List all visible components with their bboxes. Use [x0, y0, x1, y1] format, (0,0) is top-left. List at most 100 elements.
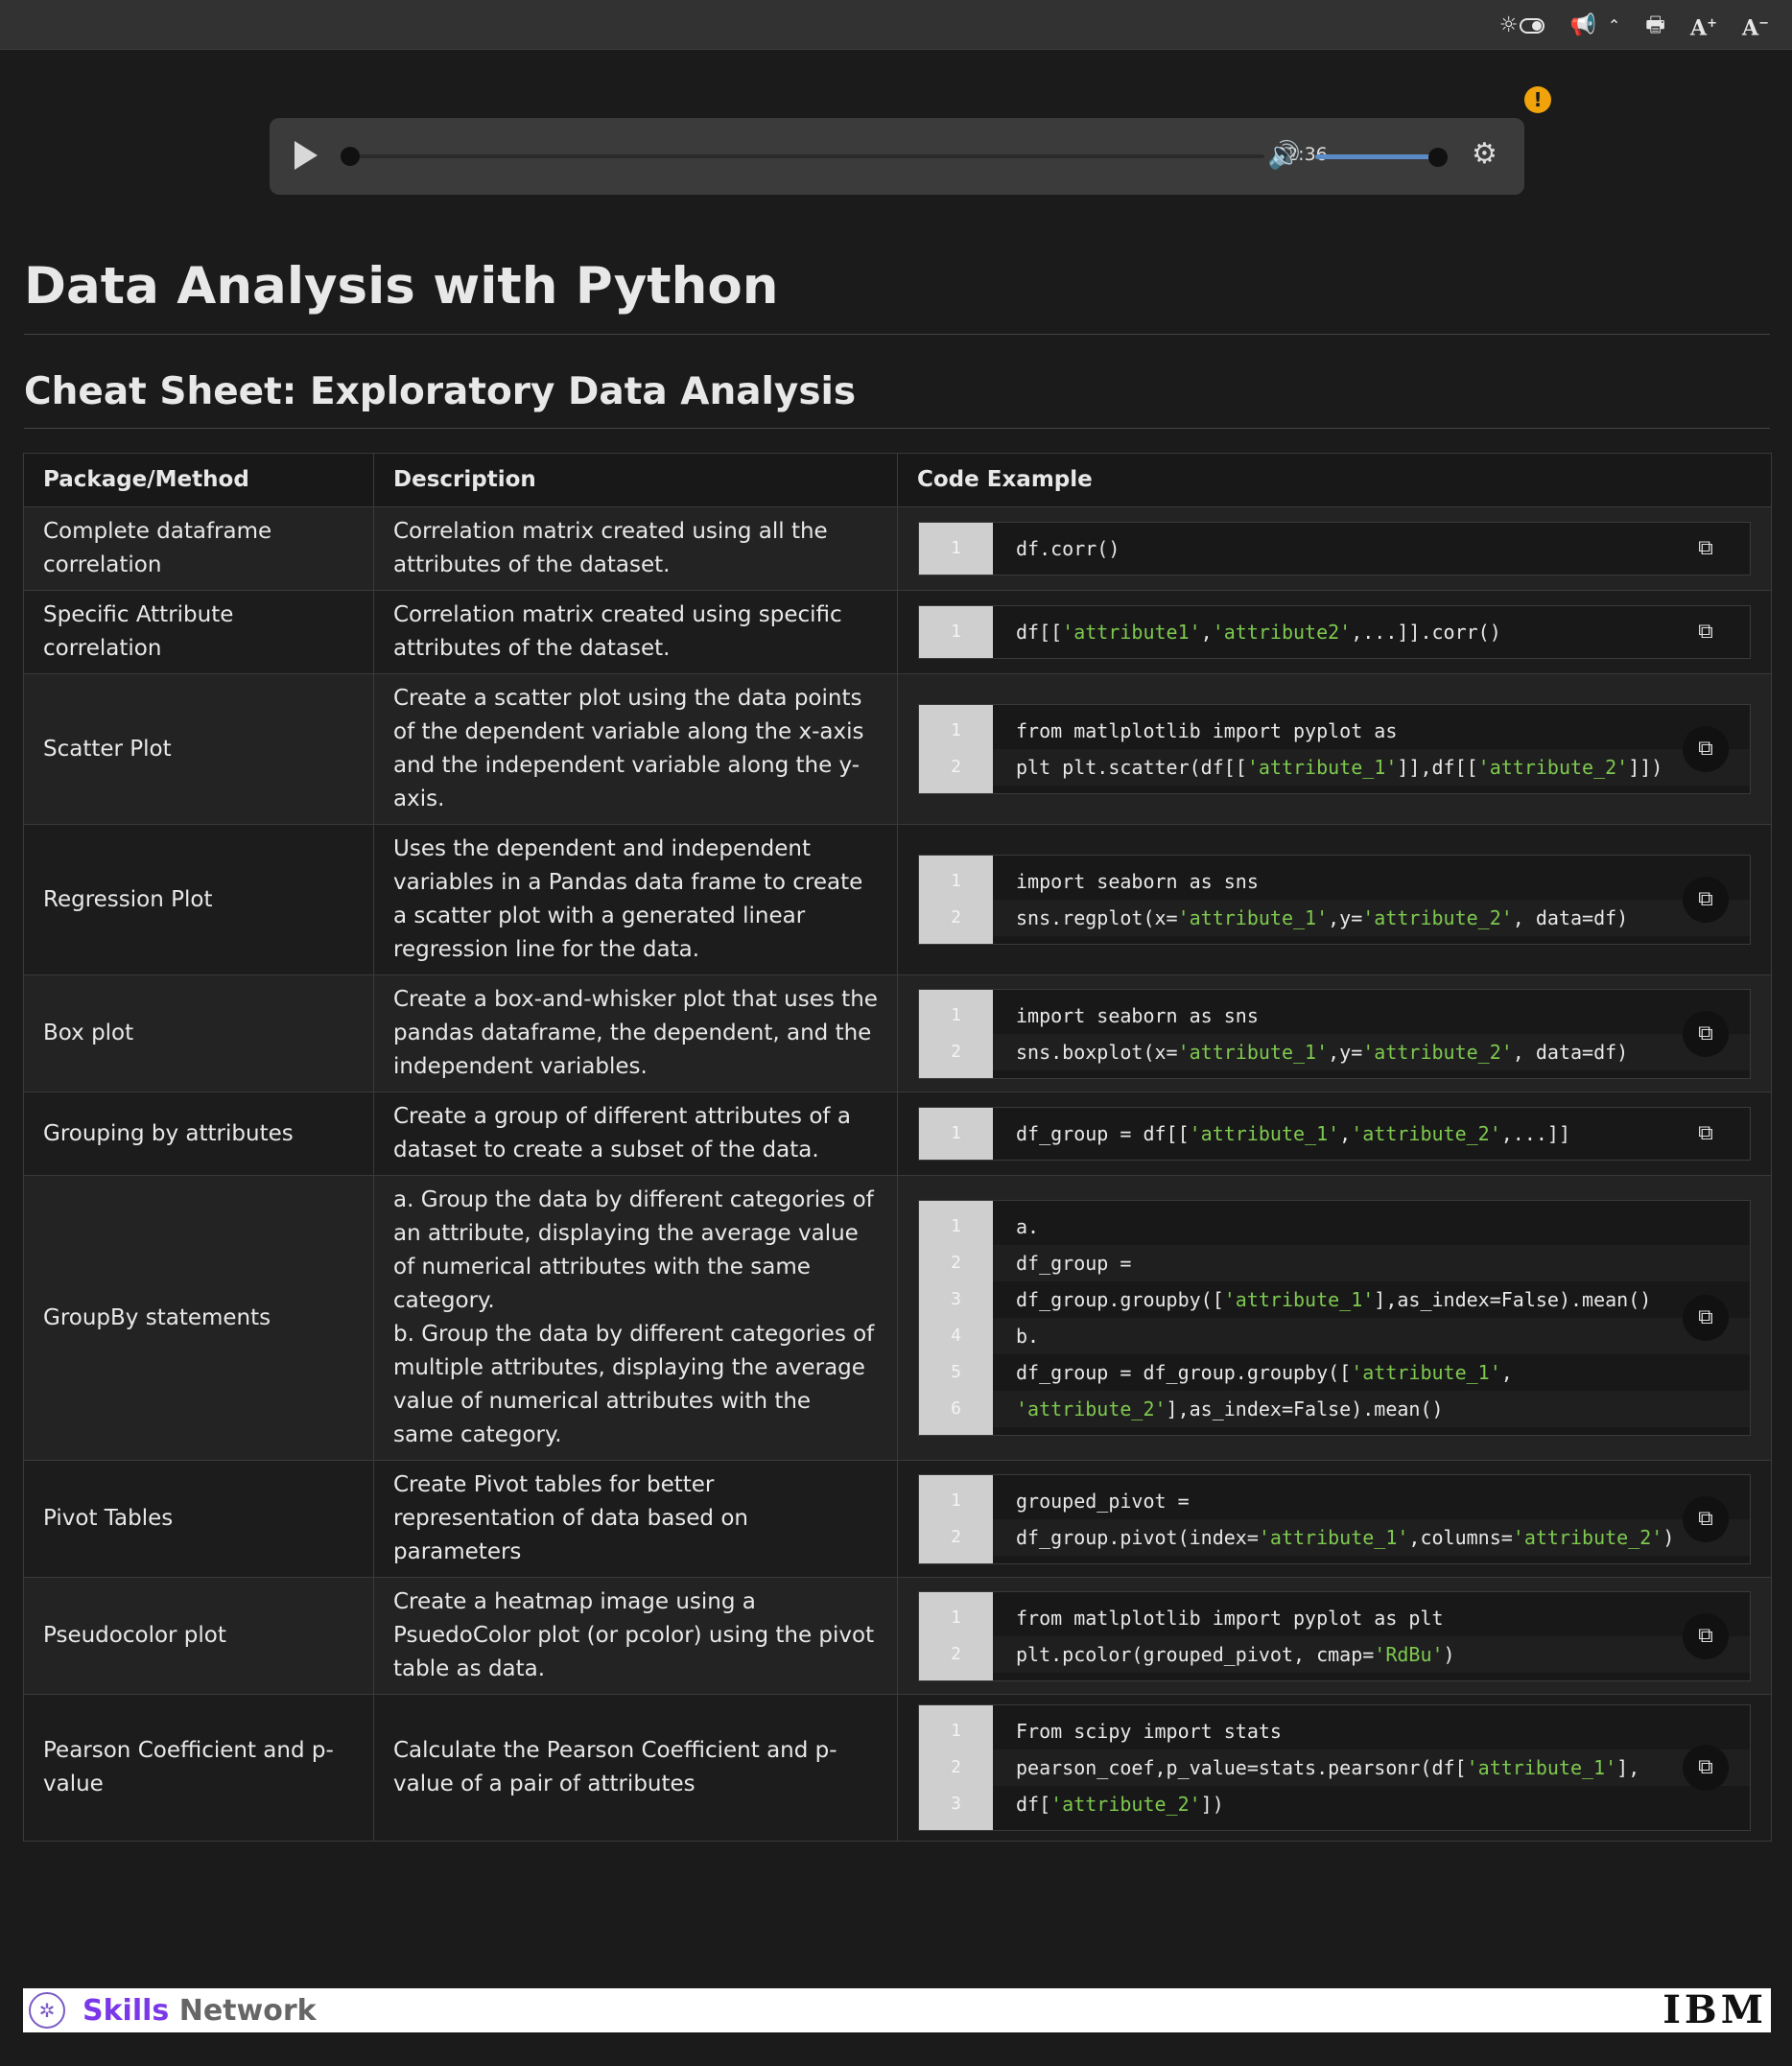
code-line: a.	[1016, 1215, 1040, 1238]
column-header: Description	[373, 453, 898, 507]
code-block[interactable]: 1 2 from matlplotlib import pyplot as plt p…	[918, 704, 1751, 794]
volume-handle[interactable]	[1428, 148, 1448, 167]
code-line: df_group =	[993, 1245, 1750, 1281]
line-number: 2	[951, 1643, 961, 1664]
method-cell: Complete dataframe correlation	[23, 506, 374, 591]
code-cell: 1 2 import seaborn as sns sns.regplot(x='at…	[897, 824, 1772, 975]
volume-slider[interactable]	[1315, 148, 1448, 167]
code-cell: 1 df[['attribute1','attribute2',...]].cor…	[897, 590, 1772, 674]
code-line: grouped_pivot =	[1016, 1489, 1190, 1513]
code-lines: df[['attribute1','attribute2',...]].corr…	[993, 606, 1750, 658]
page-subtitle: Cheat Sheet: Exploratory Data Analysis	[24, 370, 857, 413]
font-increase-icon[interactable]: A+	[1690, 12, 1717, 40]
copy-icon[interactable]: ⧉	[1683, 609, 1729, 655]
code-block[interactable]: 1 df.corr() ⧉	[918, 522, 1751, 575]
copy-icon[interactable]: ⧉	[1683, 1010, 1729, 1057]
code-block[interactable]: 1 2 import seaborn as sns sns.regplot(x='at…	[918, 855, 1751, 945]
line-number: 1	[951, 1721, 961, 1741]
top-toolbar: ☼ 📢 ⌃ 🖶 A+ A−	[0, 0, 1792, 50]
code-block[interactable]: 1 df[['attribute1','attribute2',...]].cor…	[918, 605, 1751, 659]
copy-icon[interactable]: ⧉	[1683, 1111, 1729, 1157]
code-block[interactable]: 1 2 import seaborn as sns sns.boxplot(x='at…	[918, 988, 1751, 1079]
code-block[interactable]: 1 2 grouped_pivot = df_group.pivot(index='a…	[918, 1473, 1751, 1564]
copy-icon[interactable]: ⧉	[1683, 1612, 1729, 1659]
print-icon[interactable]: 🖶	[1645, 13, 1665, 38]
progress-bar[interactable]	[341, 147, 1264, 166]
skills-network-logo-icon: ✲	[29, 1992, 65, 2029]
copy-icon[interactable]: ⧉	[1683, 1745, 1729, 1791]
copy-icon[interactable]: ⧉	[1683, 726, 1729, 772]
code-lines: df_group = df[['attribute_1','attribute_…	[993, 1108, 1750, 1160]
audio-player: 02:36 🔊 ⚙	[270, 118, 1524, 195]
line-number-gutter: 12	[919, 1474, 993, 1563]
code-line: df['attribute_2'])	[1016, 1793, 1224, 1816]
copy-icon[interactable]: ⧉	[1683, 1295, 1729, 1341]
code-line: df_group = df_group.groupby(['attribute_…	[1016, 1361, 1513, 1384]
copy-icon[interactable]: ⧉	[1683, 877, 1729, 923]
alert-icon[interactable]: !	[1524, 86, 1551, 113]
code-block[interactable]: 1 2 from matlplotlib import pyplot as plt p…	[918, 1590, 1751, 1681]
line-number-gutter: 1	[919, 1108, 993, 1160]
code-line: from matlplotlib import pyplot as	[1016, 719, 1398, 742]
volume-icon[interactable]: 🔊	[1267, 139, 1301, 171]
code-lines: import seaborn as sns sns.regplot(x='attr…	[993, 856, 1750, 944]
method-cell: Pseudocolor plot	[23, 1577, 374, 1695]
description-cell: Create a heatmap image using a PsuedoCol…	[373, 1577, 898, 1695]
line-number: 2	[951, 757, 961, 777]
code-line: df.corr()	[1016, 537, 1120, 560]
code-line: b.	[993, 1318, 1750, 1354]
announcement-icon[interactable]: 📢	[1569, 13, 1595, 38]
page-title: Data Analysis with Python	[24, 257, 779, 316]
table-row: Pivot Tables Create Pivot tables for bett…	[23, 1460, 1772, 1578]
method-cell: Grouping by attributes	[23, 1092, 374, 1176]
table-row: Specific Attribute correlation Correlatio…	[23, 590, 1772, 674]
code-cell: 1 2 from matlplotlib import pyplot as plt p…	[897, 673, 1772, 825]
line-number-gutter: 1	[919, 523, 993, 575]
collapse-icon[interactable]: ⌃	[1608, 13, 1620, 38]
line-number: 1	[951, 1004, 961, 1025]
code-cell: 1 df.corr() ⧉	[897, 506, 1772, 591]
code-block[interactable]: 1 df_group = df[['attribute_1','attribute…	[918, 1107, 1751, 1161]
play-icon[interactable]	[295, 141, 318, 170]
footer-banner: ✲ Skills Network IBM	[23, 1988, 1771, 2032]
line-number: 6	[951, 1398, 961, 1419]
code-cell: 1 2 from matlplotlib import pyplot as plt p…	[897, 1577, 1772, 1695]
brand-name: Skills Network	[83, 1994, 317, 2028]
line-number: 3	[951, 1289, 961, 1309]
table-row: Box plot Create a box-and-whisker plot th…	[23, 974, 1772, 1092]
line-number-gutter: 12	[919, 856, 993, 944]
line-number-gutter: 12	[919, 1591, 993, 1680]
code-block[interactable]: 1 2 3 4 5 6 a. df_group = df_group.groupby(['att…	[918, 1200, 1751, 1436]
code-line: sns.regplot(x='attribute_1',y='attribute…	[993, 900, 1750, 936]
copy-icon[interactable]: ⧉	[1683, 526, 1729, 572]
line-number: 1	[951, 871, 961, 891]
theme-toggle-icon[interactable]: ☼	[1499, 13, 1545, 38]
code-cell: 1 2 3 From scipy import stats pearson_coef,p…	[897, 1694, 1772, 1842]
line-number: 1	[951, 720, 961, 740]
code-line: 'attribute_2'],as_index=False).mean()	[993, 1391, 1750, 1427]
table-header-row: Package/Method Description Code Example	[23, 453, 1772, 507]
table-row: Grouping by attributes Create a group of …	[23, 1092, 1772, 1176]
description-cell: Calculate the Pearson Coefficient and p-…	[373, 1694, 898, 1842]
description-cell: Correlation matrix created using all the…	[373, 506, 898, 591]
code-line: import seaborn as sns	[1016, 870, 1259, 893]
line-number: 1	[951, 1607, 961, 1628]
divider	[24, 334, 1770, 335]
code-lines: from matlplotlib import pyplot as plt plt…	[993, 1592, 1750, 1680]
line-number: 4	[951, 1326, 961, 1346]
code-lines: df.corr()	[993, 523, 1750, 575]
copy-icon[interactable]: ⧉	[1683, 1495, 1729, 1542]
font-decrease-icon[interactable]: A−	[1742, 12, 1769, 40]
table-row: Complete dataframe correlation Correlatio…	[23, 506, 1772, 591]
description-cell: Correlation matrix created using specifi…	[373, 590, 898, 674]
code-line: df_group.groupby(['attribute_1'],as_inde…	[1016, 1288, 1652, 1311]
line-number: 1	[951, 538, 961, 558]
progress-handle[interactable]	[341, 147, 360, 166]
code-cell: 1 2 import seaborn as sns sns.boxplot(x='at…	[897, 974, 1772, 1092]
table-row: Pearson Coefficient and p-value Calculate…	[23, 1694, 1772, 1842]
code-block[interactable]: 1 2 3 From scipy import stats pearson_coef,p…	[918, 1704, 1751, 1831]
gear-icon[interactable]: ⚙	[1472, 137, 1497, 171]
code-line: df[['attribute1','attribute2',...]].corr…	[1016, 621, 1501, 644]
cheat-sheet-table: Package/Method Description Code Example …	[23, 453, 1772, 1842]
method-cell: Pivot Tables	[23, 1460, 374, 1578]
